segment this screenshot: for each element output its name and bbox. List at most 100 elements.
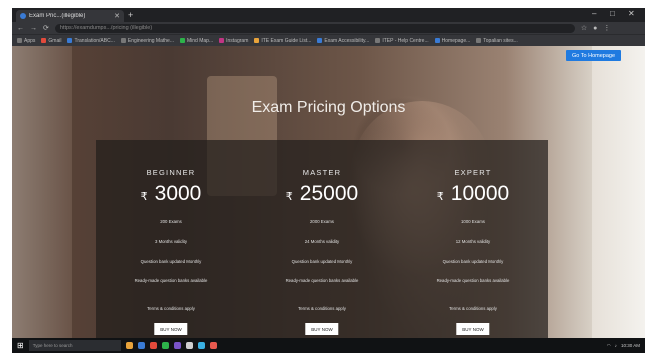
bookmark-label: Translation/ABC... [74, 37, 115, 44]
plan-feature: Ready-made question banks available [285, 278, 359, 283]
clock[interactable]: 10:30 AM [621, 343, 640, 348]
apps-icon [17, 38, 22, 43]
plan-name: MASTER [302, 168, 342, 177]
plan-feature: 2000 Exams [310, 219, 334, 224]
bookmark-icon [375, 38, 381, 43]
plan-feature: Terms & conditions apply [449, 306, 497, 311]
price-value: 3000 [154, 182, 202, 205]
rupee-icon: ₹ [436, 191, 444, 203]
bookmark-label: Homepage... [441, 37, 471, 44]
plan-name: EXPERT [454, 168, 492, 177]
plan-feature: 200 Exams [160, 219, 182, 224]
bookmark-label: Engineering Mathe... [127, 37, 174, 44]
windows-icon[interactable]: ⊞ [17, 341, 24, 350]
profile-icon[interactable]: ● [593, 25, 597, 32]
bookmark-item[interactable]: Topalian sites... [476, 37, 518, 44]
homepage-button[interactable]: Go To Homepage [566, 50, 622, 61]
bookmark-item[interactable]: ITE Exam Guide List... [254, 38, 311, 44]
bookmark-label: Mind Map... [187, 37, 214, 44]
browser-tab[interactable]: Exam Pric...(illegible) ✕ [16, 10, 124, 22]
plan-feature: Question bank updated Monthly [291, 259, 353, 264]
volume-icon[interactable]: ♪ [615, 343, 617, 348]
new-tab-button[interactable]: + [128, 10, 133, 20]
pricing-panel: BEGINNER ₹3000 200 Exams 3 Months validi… [96, 140, 548, 338]
web-page: Go To Homepage Exam Pricing Options BEGI… [12, 46, 645, 338]
bookmark-label: Exam Accessibility... [324, 37, 370, 44]
url-input[interactable]: https://examdumps.../pricing (illegible) [54, 23, 575, 33]
plan-price: ₹10000 [398, 182, 548, 206]
taskbar: ⊞ Type here to search ◠ ♪ 10:30 AM [12, 338, 645, 353]
bookmark-label: Apps [24, 37, 36, 44]
rupee-icon: ₹ [140, 191, 148, 203]
plan-feature: Question bank updated Monthly [442, 259, 504, 264]
plan-card-master: MASTER ₹25000 2000 Exams 24 Months valid… [247, 140, 397, 338]
bookmark-item[interactable]: Engineering Mathe... [120, 37, 174, 44]
background-photo [592, 46, 645, 338]
plan-price: ₹25000 [247, 182, 397, 206]
minimize-button[interactable]: – [592, 9, 596, 18]
bookmark-label: Topalian sites... [483, 37, 518, 44]
bookmark-item[interactable]: Translation/ABC... [67, 37, 115, 44]
close-tab-icon[interactable]: ✕ [114, 12, 120, 20]
system-tray: ◠ ♪ 10:30 AM [607, 343, 640, 349]
reload-icon[interactable]: ⟳ [43, 24, 49, 32]
forward-icon[interactable]: → [30, 25, 37, 32]
bookmark-label: ITEP - Help Centre... [382, 37, 429, 44]
bookmark-label: ITE Exam Guide List... [261, 37, 312, 44]
maximize-button[interactable]: □ [610, 9, 615, 18]
plan-price: ₹3000 [96, 182, 246, 206]
bookmark-label: Instagram [226, 37, 249, 44]
menu-icon[interactable]: ⋮ [603, 24, 610, 32]
price-value: 10000 [450, 182, 510, 205]
plan-feature: 3 Months validity [154, 239, 187, 244]
star-icon[interactable]: ☆ [581, 24, 587, 32]
plan-card-beginner: BEGINNER ₹3000 200 Exams 3 Months validi… [96, 140, 246, 338]
rupee-icon: ₹ [285, 191, 293, 203]
bookmark-item[interactable]: Instagram [219, 38, 248, 44]
plan-feature: Question bank updated Monthly [140, 259, 202, 264]
taskbar-app-icon[interactable] [137, 342, 145, 349]
buy-now-button[interactable]: BUY NOW [456, 323, 490, 335]
address-bar: ← → ⟳ https://examdumps.../pricing (ille… [12, 22, 645, 34]
taskbar-app-icon[interactable] [173, 342, 181, 349]
bookmark-item[interactable]: Apps [17, 38, 35, 44]
bookmark-icon [120, 38, 126, 43]
close-window-button[interactable]: ✕ [628, 9, 635, 18]
plan-feature: 1000 Exams [461, 219, 485, 224]
back-icon[interactable]: ← [17, 25, 24, 32]
plan-feature: Ready-made question banks available [436, 278, 510, 283]
bookmark-icon [67, 38, 73, 43]
bookmark-icon [476, 38, 482, 43]
taskbar-search-input[interactable]: Type here to search [28, 340, 121, 351]
buy-now-button[interactable]: BUY NOW [305, 323, 339, 335]
taskbar-app-icon[interactable] [125, 342, 133, 349]
bookmark-icon [180, 38, 185, 43]
screen: Exam Pric...(illegible) ✕ + – □ ✕ ← → ⟳ … [12, 8, 645, 353]
plan-feature: Terms & conditions apply [298, 306, 346, 311]
bookmark-item[interactable]: Homepage... [434, 37, 471, 44]
tab-bar: Exam Pric...(illegible) ✕ + – □ ✕ [12, 8, 645, 22]
price-value: 25000 [299, 182, 359, 205]
bookmark-item[interactable]: Exam Accessibility... [317, 38, 369, 44]
plan-name: BEGINNER [146, 168, 196, 177]
gmail-icon [41, 38, 47, 43]
bookmark-label: Gmail [48, 37, 62, 44]
page-title: Exam Pricing Options [251, 99, 406, 116]
bookmark-item[interactable]: Mind Map... [180, 38, 213, 44]
instagram-icon [219, 38, 225, 43]
taskbar-app-icon[interactable] [197, 342, 205, 349]
buy-now-button[interactable]: BUY NOW [154, 323, 188, 335]
bookmark-icon [434, 38, 440, 43]
bookmark-icon [317, 38, 323, 43]
taskbar-app-icon[interactable] [209, 342, 217, 349]
plan-feature: 12 Months validity [455, 239, 491, 244]
bookmark-item[interactable]: Gmail [41, 38, 61, 44]
bookmarks-bar: Apps Gmail Translation/ABC... Engineerin… [12, 34, 645, 46]
taskbar-app-icon[interactable] [161, 342, 169, 349]
bookmark-item[interactable]: ITEP - Help Centre... [375, 37, 429, 44]
wifi-icon[interactable]: ◠ [607, 343, 611, 349]
background-photo [12, 46, 72, 338]
favicon-icon [20, 13, 26, 19]
taskbar-app-icon[interactable] [149, 342, 157, 349]
taskbar-app-icon[interactable] [185, 342, 193, 349]
